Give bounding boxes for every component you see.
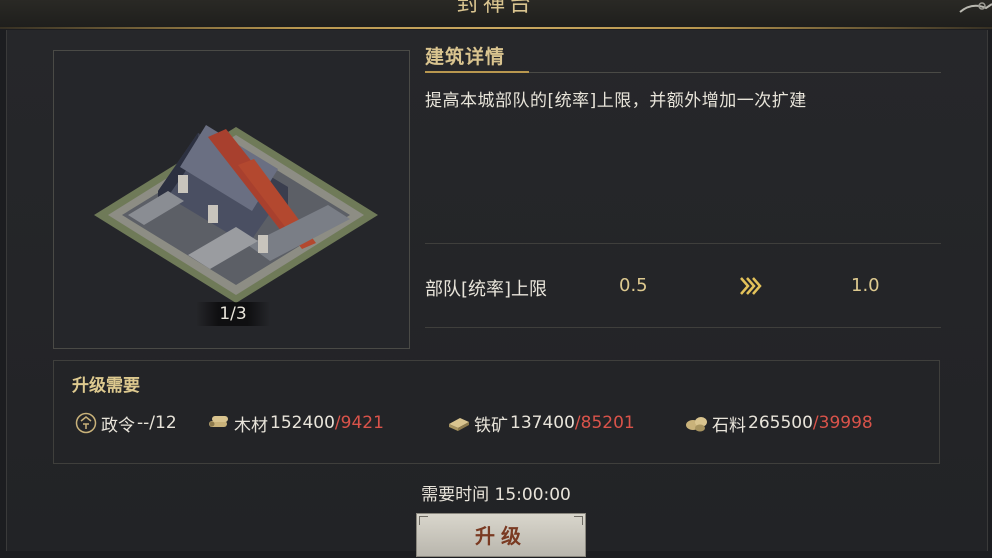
window-title: 封禅台: [456, 0, 535, 17]
stat-label: 部队[统率]上限: [425, 279, 548, 300]
iron-need: 137400: [510, 413, 575, 433]
upgrade-time: 需要时间 15:00:00: [421, 485, 571, 505]
stone-label: 石料: [712, 415, 746, 436]
wood-need: 152400: [270, 413, 335, 433]
decree-have: /12: [149, 413, 177, 433]
iron-icon: [449, 418, 469, 431]
iron-have: /85201: [574, 413, 635, 433]
iron-label: 铁矿: [474, 415, 508, 436]
requirements-title: 升级需要: [72, 376, 140, 396]
close-ornament-icon[interactable]: [952, 0, 992, 14]
details-heading: 建筑详情: [425, 46, 506, 68]
stat-divider-bottom: [425, 327, 941, 328]
button-corner-ornament: [574, 516, 583, 525]
building-image[interactable]: [88, 115, 384, 305]
building-description: 提高本城部队的[统率]上限，并额外增加一次扩建: [425, 91, 807, 111]
requirement-stone: 石料 265500 /39998: [684, 411, 873, 436]
upgrade-arrow-icon: [740, 277, 762, 295]
upgrade-button-label: 升级: [475, 524, 527, 548]
requirement-wood: 木材 152400 /9421: [206, 411, 384, 436]
wood-have: /9421: [334, 413, 384, 433]
stone-need: 265500: [748, 413, 813, 433]
wood-icon: [209, 416, 228, 427]
stat-current-value: 0.5: [619, 275, 648, 296]
decree-icon: [75, 412, 97, 434]
stat-divider-top: [425, 243, 941, 244]
title-bar: 封禅台: [0, 0, 992, 28]
wood-label: 木材: [234, 415, 268, 436]
requirement-decree: 政令 -- /12: [73, 411, 177, 436]
stone-icon: [686, 417, 707, 432]
preview-page-counter: 1/3: [196, 302, 270, 326]
stone-have: /39998: [812, 413, 873, 433]
upgrade-button[interactable]: 升级: [416, 513, 586, 557]
requirement-iron: 铁矿 137400 /85201: [446, 411, 635, 436]
building-preview: 1/3: [53, 50, 410, 349]
details-divider-accent: [425, 71, 529, 73]
stat-next-value: 1.0: [851, 275, 880, 296]
title-divider: [0, 27, 992, 29]
decree-need: --: [137, 413, 150, 433]
decree-label: 政令: [101, 415, 135, 436]
button-corner-ornament: [419, 516, 428, 525]
